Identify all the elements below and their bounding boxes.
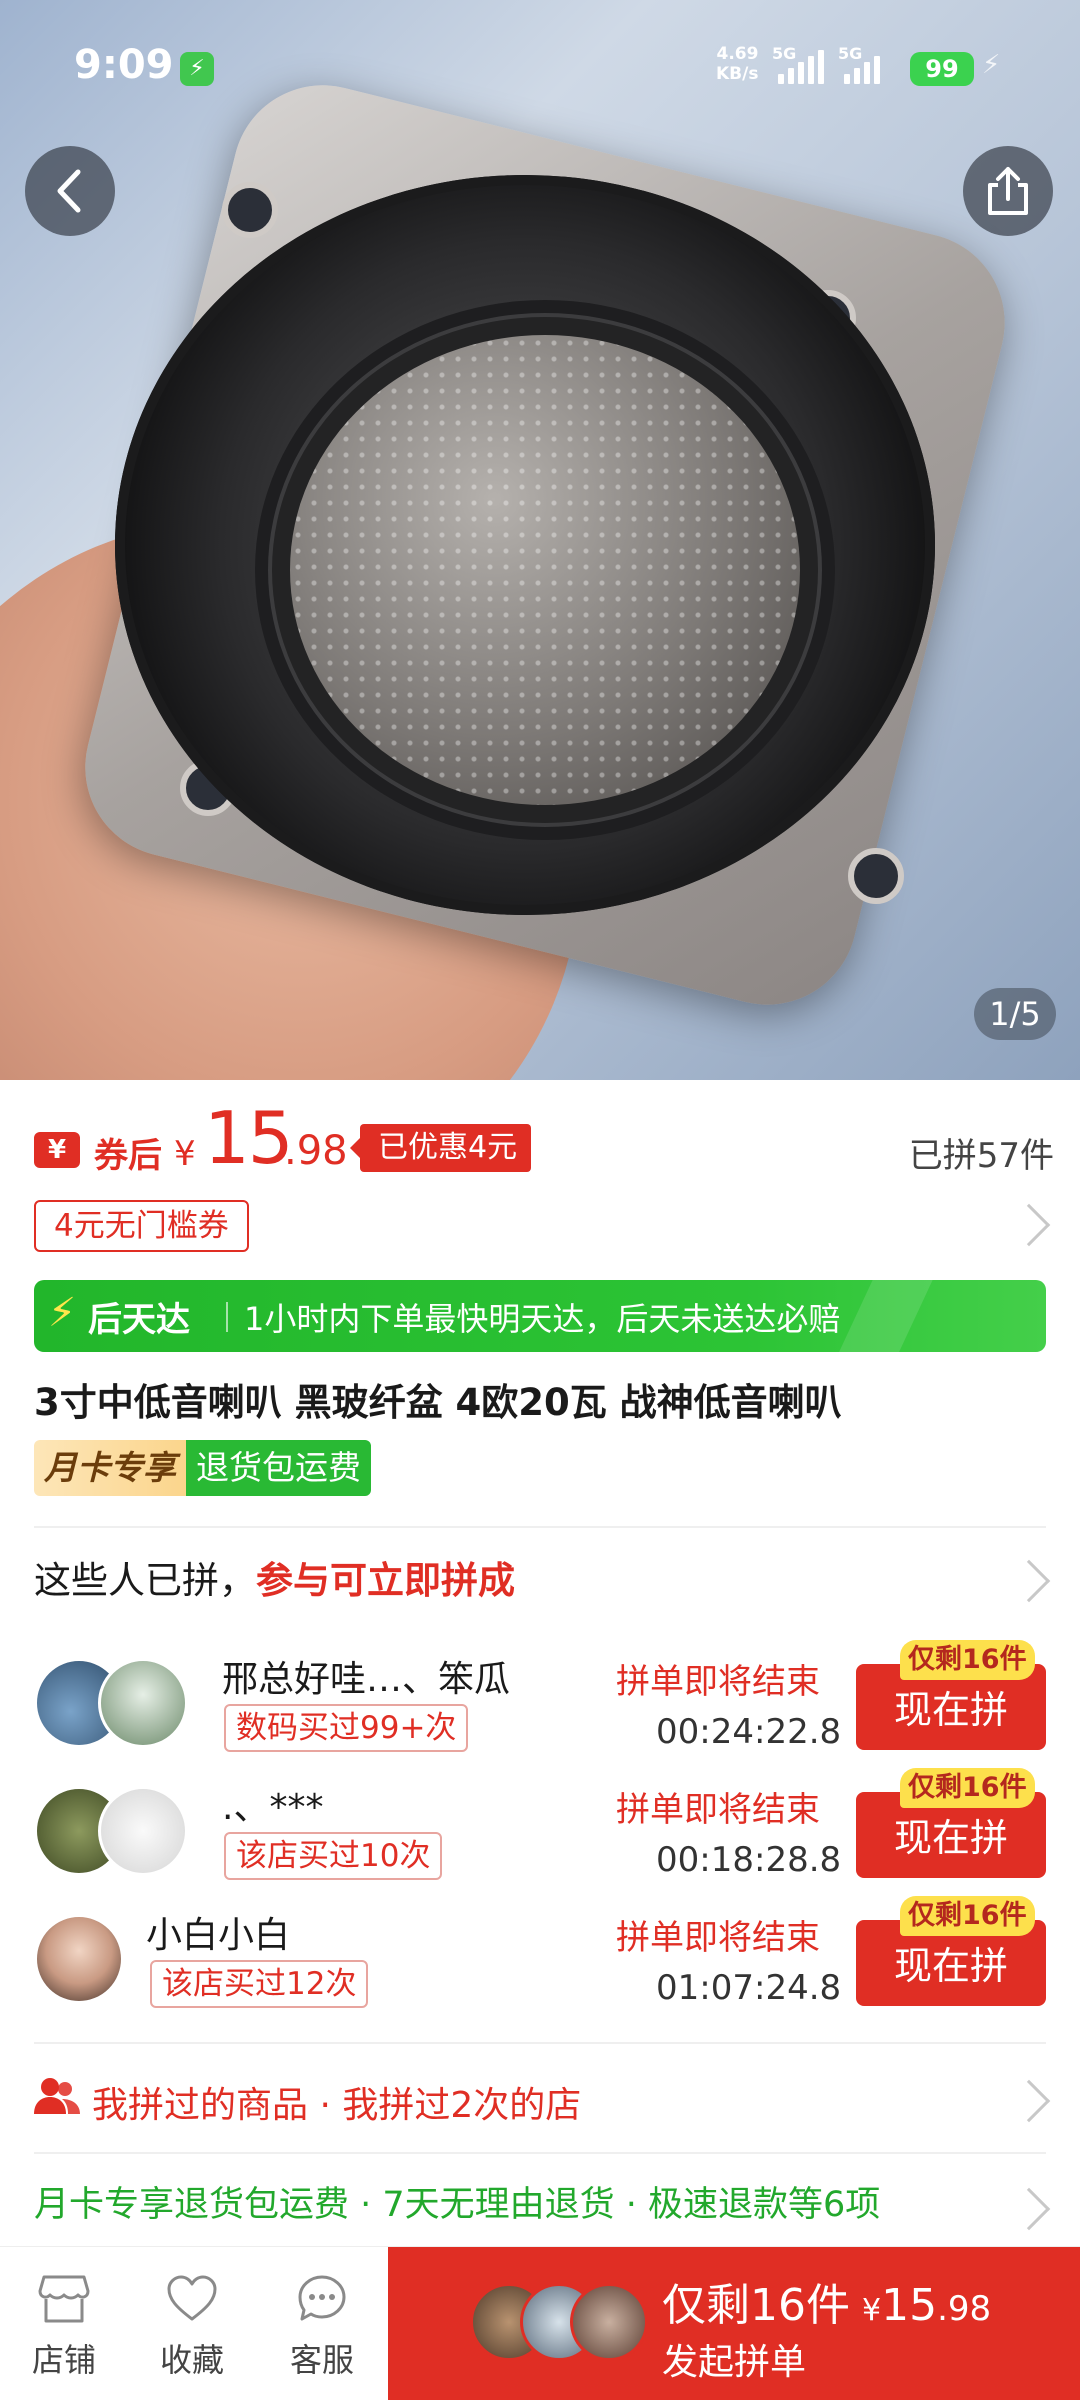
group-user-names: .、*** [222,1787,324,1828]
service-perks[interactable]: 月卡专享退货包运费 · 7天无理由退货 · 极速退款等6项 [34,2176,1054,2236]
store-icon [38,2275,90,2323]
share-icon [988,167,1028,215]
store-button[interactable]: 店铺 [4,2273,124,2393]
group-timer: 00:24:22.8 [656,1712,842,1752]
purchase-badge: 该店买过10次 [224,1832,443,1880]
signal-icon [844,50,880,84]
people-icon [34,2078,80,2114]
share-button[interactable] [963,146,1053,236]
favorite-label: 收藏 [159,2341,224,2379]
product-tags: 月卡专享 退货包运费 [34,1440,371,1496]
start-group-button[interactable]: 仅剩16件 ¥15.98 发起拼单 [388,2247,1080,2400]
mount-hole [222,182,278,238]
price-row: ¥ 券后 ¥ 15 .98 已优惠4元 已拼57件 [34,1096,1054,1180]
coupon-tag[interactable]: 4元无门槛券 [34,1200,249,1252]
signal-icon [778,50,824,84]
lightning-icon: ⚡ [48,1290,77,1336]
coupon-row[interactable]: 4元无门槛券 [34,1200,1054,1252]
month-card-tag: 月卡专享 [34,1440,186,1496]
perks-label: 月卡专享退货包运费 · 7天无理由退货 · 极速退款等6项 [34,2185,881,2225]
group-status: 拼单即将结束 [616,1662,820,1702]
avatar [570,2283,648,2361]
favorite-button[interactable]: 收藏 [132,2273,252,2393]
chevron-left-icon [57,169,81,213]
divider [226,1302,228,1332]
net-speed-unit: KB/s [716,64,759,84]
delivery-brand: 后天达 [88,1300,190,1340]
chevron-right-icon [1007,2079,1051,2123]
status-time: 9:09 [74,42,174,88]
divider [34,2152,1046,2154]
purchase-badge: 该店买过12次 [150,1960,369,2008]
back-button[interactable] [25,146,115,236]
chevron-right-icon [1007,1203,1051,1247]
price-currency: ¥ [174,1134,196,1174]
chat-icon [298,2275,346,2321]
chevron-right-icon [1007,2187,1051,2231]
chevron-right-icon [1007,1559,1051,1603]
group-status: 拼单即将结束 [616,1918,820,1958]
product-title: 3寸中低音喇叭 黑玻纤盆 4欧20瓦 战神低音喇叭 [34,1381,842,1424]
product-image-gallery[interactable]: 9:09 ⚡ 4.69 KB/s 5G 5G 99 ⚡ 1/5 [0,0,1080,1080]
customer-service-button[interactable]: 客服 [262,2273,382,2393]
avatar [98,1658,188,1748]
delivery-promise: 1小时内下单最快明天达，后天未送达必赔 [244,1300,841,1338]
cta-action-label: 发起拼单 [662,2342,807,2383]
cta-remaining: 仅剩16件 [662,2280,850,2331]
group-user-names: 小白小白 [146,1915,291,1956]
group-timer: 01:07:24.8 [656,1968,842,2008]
price-decimal: .98 [284,1128,348,1174]
remaining-badge: 仅剩16件 [900,1640,1035,1680]
image-counter: 1/5 [974,988,1056,1040]
divider [34,2042,1046,2044]
store-label: 店铺 [31,2341,96,2379]
cta-currency: ¥ [862,2293,882,2328]
avatar [34,1914,124,2004]
avatar [98,1786,188,1876]
group-buy-row: 小白小白 该店买过12次 拼单即将结束 01:07:24.8 现在拼 仅剩16件 [34,1896,1046,2008]
group-buy-row: 邢总好哇…、笨瓜 数码买过99+次 拼单即将结束 00:24:22.8 现在拼 … [34,1640,1046,1752]
charging-icon: ⚡ [180,52,214,86]
net-speed: 4.69 KB/s [716,44,758,84]
purchase-badge: 数码买过99+次 [224,1704,469,1752]
mount-hole [848,848,904,904]
banner-decoration [826,1280,942,1352]
bottom-action-bar: 店铺 收藏 客服 仅剩16件 ¥15.98 发起拼单 [0,2246,1080,2400]
coupon-yen-icon: ¥ [34,1132,80,1168]
group-header-lead: 这些人已拼， [34,1559,256,1602]
after-coupon-label: 券后 [94,1136,162,1176]
remaining-badge: 仅剩16件 [900,1768,1035,1808]
price-integer: 15 [204,1096,294,1180]
discount-badge: 已优惠4元 [349,1124,532,1172]
status-bar: 9:09 ⚡ 4.69 KB/s 5G 5G 99 ⚡ [0,0,1080,120]
cta-price-integer: 15 [881,2280,938,2331]
remaining-badge: 仅剩16件 [900,1896,1035,1936]
net-speed-value: 4.69 [716,44,759,64]
group-header-highlight: 参与可立即拼成 [256,1559,515,1602]
group-buy-header[interactable]: 这些人已拼，参与可立即拼成 [34,1550,1054,1610]
my-group-history[interactable]: 我拼过的商品 · 我拼过2次的店 [34,2068,1054,2128]
battery-icon: 99 [910,52,974,86]
service-label: 客服 [289,2341,354,2379]
battery-charging-icon: ⚡ [982,50,1001,80]
return-shipping-tag: 退货包运费 [186,1440,371,1496]
group-buy-row: .、*** 该店买过10次 拼单即将结束 00:18:28.8 现在拼 仅剩16… [34,1768,1046,1880]
speaker-cone-image [290,335,800,805]
sold-count: 已拼57件 [908,1136,1054,1176]
heart-icon [167,2275,217,2321]
group-user-names: 邢总好哇…、笨瓜 [222,1659,511,1700]
group-status: 拼单即将结束 [616,1790,820,1830]
delivery-banner[interactable]: ⚡ 后天达 1小时内下单最快明天达，后天未送达必赔 [34,1280,1046,1352]
divider [34,1526,1046,1528]
cta-price-decimal: .98 [937,2289,992,2329]
group-timer: 00:18:28.8 [656,1840,842,1880]
history-label: 我拼过的商品 · 我拼过2次的店 [92,2085,582,2126]
cta-price-line: 仅剩16件 ¥15.98 [662,2269,991,2333]
